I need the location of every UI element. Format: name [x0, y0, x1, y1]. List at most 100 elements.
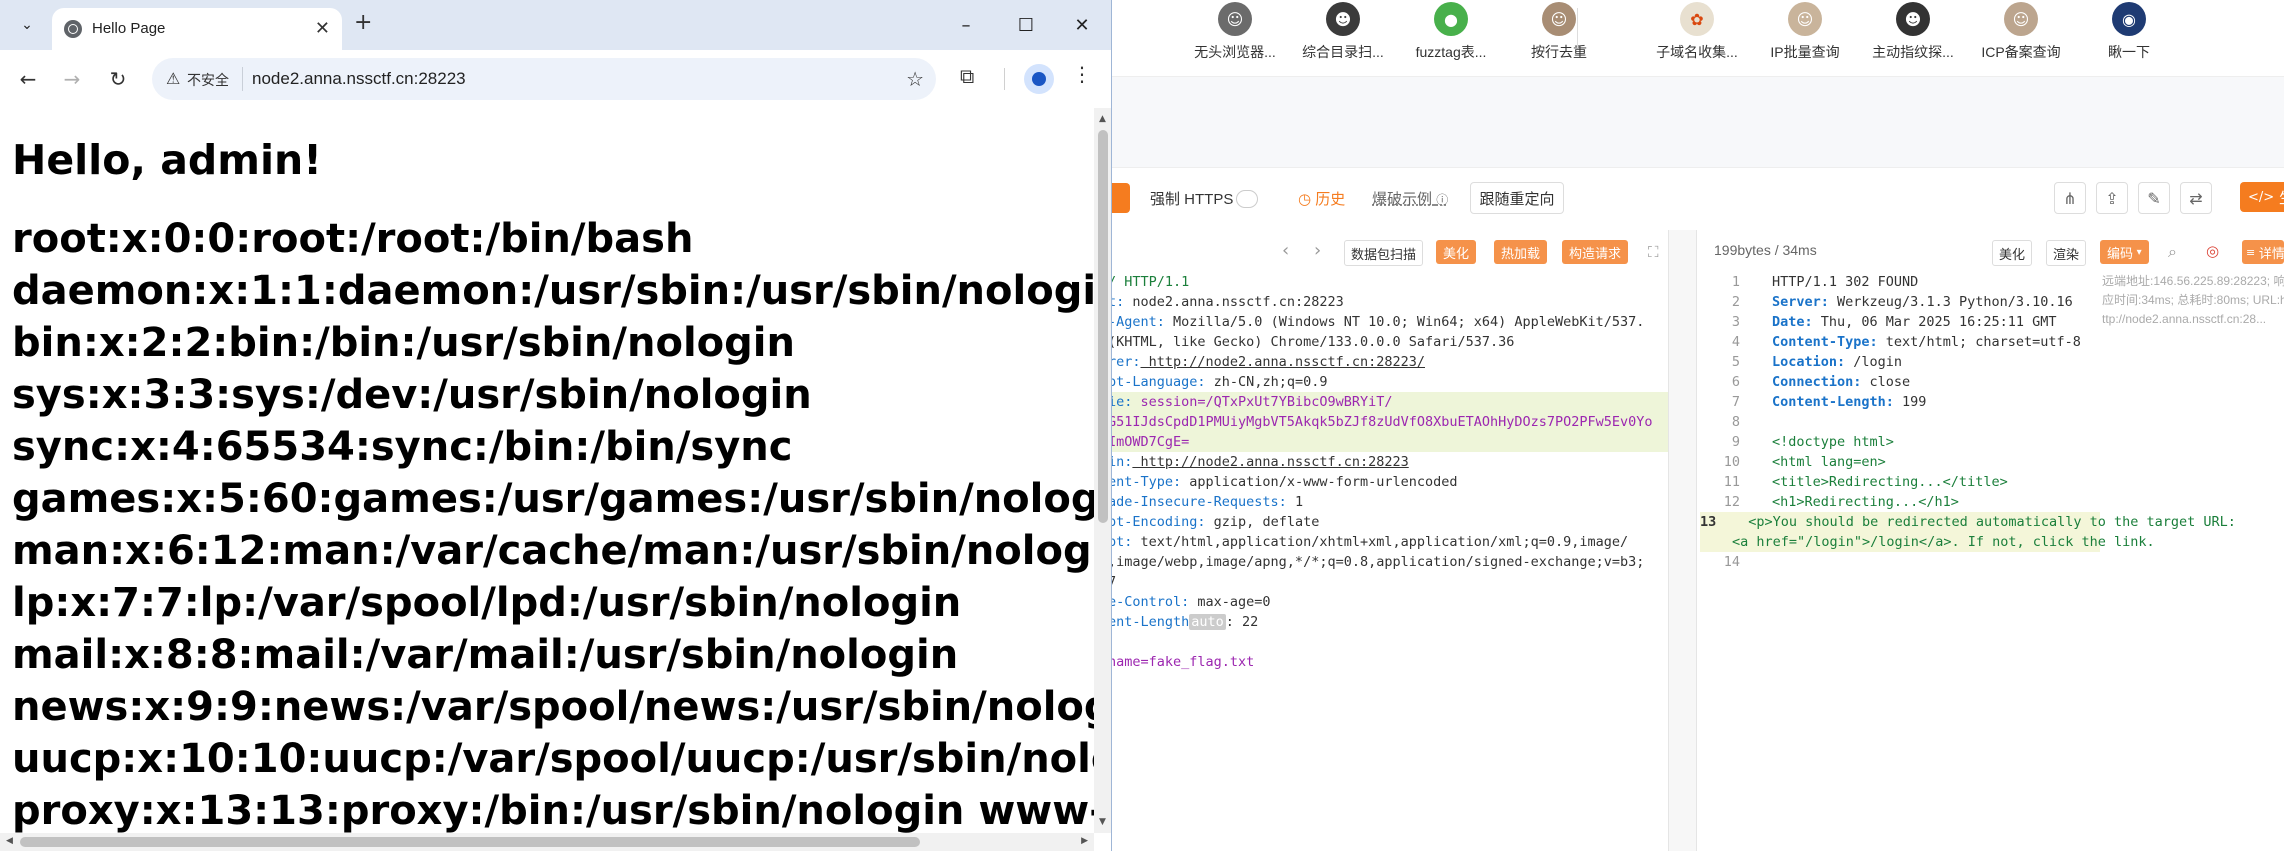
quick-tool-dir-scan[interactable]: ☻ 综合目录扫...	[1288, 0, 1398, 64]
more-menu-icon[interactable]: ⋮	[1072, 62, 1092, 86]
scroll-down-icon[interactable]: ▼	[1099, 817, 1106, 827]
passwd-line: games:x:5:60:games:/usr/games:/usr/sbin/…	[12, 476, 1094, 522]
examples-link[interactable]: 爆破示例 ⓘ	[1372, 188, 1448, 209]
force-https-toggle[interactable]	[1236, 190, 1258, 208]
scroll-right-icon[interactable]: ▶	[1081, 836, 1088, 846]
chevron-left-icon[interactable]: ‹	[1282, 240, 1289, 261]
share-icon[interactable]: ⋔	[2054, 182, 2086, 214]
passwd-line: root:x:0:0:root:/root:/bin/bash	[12, 216, 694, 262]
follow-redirect-button[interactable]: 跟随重定向	[1470, 182, 1564, 214]
beautify-response-button[interactable]: 美化	[1992, 240, 2033, 266]
hotload-button[interactable]: 热加载	[1494, 240, 1548, 264]
send-request-button[interactable]	[1110, 183, 1130, 213]
close-window-button[interactable]: ✕	[1062, 8, 1102, 42]
maximize-icon: ☐	[1017, 14, 1035, 36]
quick-tool-headless-browser[interactable]: ☺ 无头浏览器...	[1180, 0, 1290, 64]
tabs-strip	[1110, 76, 2284, 168]
security-status[interactable]: 不安全	[187, 70, 229, 90]
quick-tool-peek[interactable]: ◉ 瞅一下	[2074, 0, 2184, 64]
response-line: 7 Content-Length: 199	[1700, 392, 2100, 412]
chevron-right-icon[interactable]: ›	[1314, 240, 1321, 261]
chrome-icon[interactable]: ◎	[2206, 242, 2219, 260]
response-line-text: Server: Werkzeug/3.1.3 Python/3.10.16	[1772, 292, 2073, 312]
request-line: / HTTP/1.1	[1108, 272, 1668, 292]
construct-request-button[interactable]: 构造请求	[1562, 240, 1629, 264]
quick-tool-label: fuzztag表...	[1415, 44, 1487, 60]
scroll-left-icon[interactable]: ◀	[6, 836, 13, 846]
reload-icon: ↻	[109, 67, 127, 91]
export-icon[interactable]: ⇪	[2096, 182, 2128, 214]
request-header-key: e-Control:	[1108, 594, 1190, 610]
new-tab-button[interactable]: +	[354, 10, 372, 35]
response-viewer[interactable]: 1 HTTP/1.1 302 FOUND 2 Server: Werkzeug/3.1…	[1700, 272, 2236, 572]
quick-tool-fingerprint[interactable]: ☻ 主动指纹探...	[1858, 0, 1968, 64]
expand-icon[interactable]: ⛶	[1648, 243, 1659, 261]
render-button[interactable]: 渲染	[2046, 240, 2087, 266]
minimize-button[interactable]: –	[946, 8, 986, 42]
request-header-key: rer:	[1108, 354, 1141, 370]
quick-tool-dedupe[interactable]: ☺ 按行去重	[1504, 0, 1614, 64]
vertical-scrollbar[interactable]: ▲ ▼	[1094, 108, 1111, 833]
response-line: 3 Date: Thu, 06 Mar 2025 16:25:11 GMT	[1700, 312, 2100, 332]
back-button[interactable]: ←	[12, 63, 44, 95]
line-number: 3	[1731, 314, 1740, 330]
address-bar[interactable]: ⚠ 不安全 node2.anna.nssctf.cn:28223 ☆	[152, 58, 936, 100]
request-header-value: node2.anna.nssctf.cn:28223	[1124, 294, 1344, 310]
packet-scan-button[interactable]: 数据包扫描	[1344, 240, 1424, 266]
star-icon[interactable]: ☆	[906, 67, 924, 91]
edit-icon[interactable]: ✎	[2138, 182, 2170, 214]
profile-avatar[interactable]	[1024, 64, 1054, 94]
encoding-dropdown[interactable]: 编码 ▾	[2100, 240, 2149, 264]
horizontal-scrollbar[interactable]: ◀ ▶	[0, 833, 1094, 851]
request-header-value: ,image/webp,image/apng,*/*;q=0.8,applica…	[1108, 554, 1645, 570]
request-line	[1108, 632, 1668, 652]
reload-button[interactable]: ↻	[102, 63, 134, 95]
meta-line: 远端地址:146.56.225.89:28223; 响	[2102, 274, 2284, 288]
response-line-text: <h1>Redirecting...</h1>	[1772, 492, 1959, 512]
tab-search-button[interactable]: ⌄	[12, 10, 42, 40]
response-line-text: <html lang=en>	[1772, 452, 1886, 472]
passwd-line: lp:x:7:7:lp:/var/spool/lpd:/usr/sbin/nol…	[12, 580, 962, 626]
url-text[interactable]: node2.anna.nssctf.cn:28223	[252, 69, 466, 89]
request-header-key: pt-Encoding:	[1108, 514, 1206, 530]
generate-code-button[interactable]: </> 生	[2240, 182, 2284, 212]
passwd-line: sync:x:4:65534:sync:/bin:/bin/sync	[12, 424, 793, 470]
browser-window: ⌄ Hello Page ✕ + – ☐ ✕ ← → ↻ ⚠ 不安全 node2…	[0, 0, 1112, 851]
line-number: 8	[1731, 414, 1740, 430]
history-button[interactable]: ◷ 历史	[1298, 188, 1345, 209]
quick-tool-subdomain[interactable]: ✿ 子域名收集...	[1642, 0, 1752, 64]
request-header-key: -Agent:	[1108, 314, 1165, 330]
quick-tool-ip-lookup[interactable]: ☺ IP批量查询	[1750, 0, 1860, 64]
quick-tool-icp[interactable]: ☺ ICP备案查询	[1966, 0, 2076, 64]
person-icon	[1032, 72, 1046, 86]
swap-icon[interactable]: ⇄	[2180, 182, 2212, 214]
scroll-up-icon[interactable]: ▲	[1099, 114, 1106, 124]
request-line: ent-Length auto: 22	[1108, 612, 1668, 632]
beautify-request-button[interactable]: 美化	[1436, 240, 1477, 264]
request-line: G51IJdsCpdD1PMUiyMgbVT5Akqk5bZJf8zUdVfO8…	[1108, 412, 1668, 432]
globe-icon	[64, 20, 82, 38]
extensions-icon[interactable]: ⧉	[960, 64, 974, 88]
response-body-text: <h1>Redirecting...</h1>	[1772, 494, 1959, 510]
maximize-button[interactable]: ☐	[1006, 8, 1046, 42]
detail-button[interactable]: ≡ 详情	[2242, 240, 2284, 264]
chevron-down-icon: ▾	[2136, 246, 2142, 258]
scroll-thumb[interactable]	[1098, 130, 1108, 523]
warning-icon[interactable]: ⚠	[166, 69, 180, 88]
request-header-value: : 22	[1225, 614, 1259, 630]
auto-badge: auto	[1189, 614, 1226, 630]
scroll-thumb[interactable]	[20, 837, 920, 847]
meta-line: 应时间:34ms; 总耗时:80ms; URL:h	[2102, 293, 2284, 307]
search-icon[interactable]: ⌕	[2168, 242, 2177, 262]
quick-tool-fuzztag[interactable]: ● fuzztag表...	[1396, 0, 1506, 64]
pane-divider[interactable]	[1696, 230, 1697, 851]
forward-button[interactable]: →	[56, 63, 88, 95]
divider	[1004, 68, 1005, 90]
request-editor[interactable]: / HTTP/1.1 t: node2.anna.nssctf.cn:28223-…	[1108, 272, 1668, 672]
request-header-value: max-age=0	[1189, 594, 1271, 610]
tab-hello-page[interactable]: Hello Page ✕	[52, 8, 342, 50]
response-line-text: Connection: close	[1772, 372, 1910, 392]
request-line: pt: text/html,application/xhtml+xml,appl…	[1108, 532, 1668, 552]
close-icon[interactable]: ✕	[315, 18, 330, 39]
pane-divider[interactable]	[1668, 230, 1669, 851]
